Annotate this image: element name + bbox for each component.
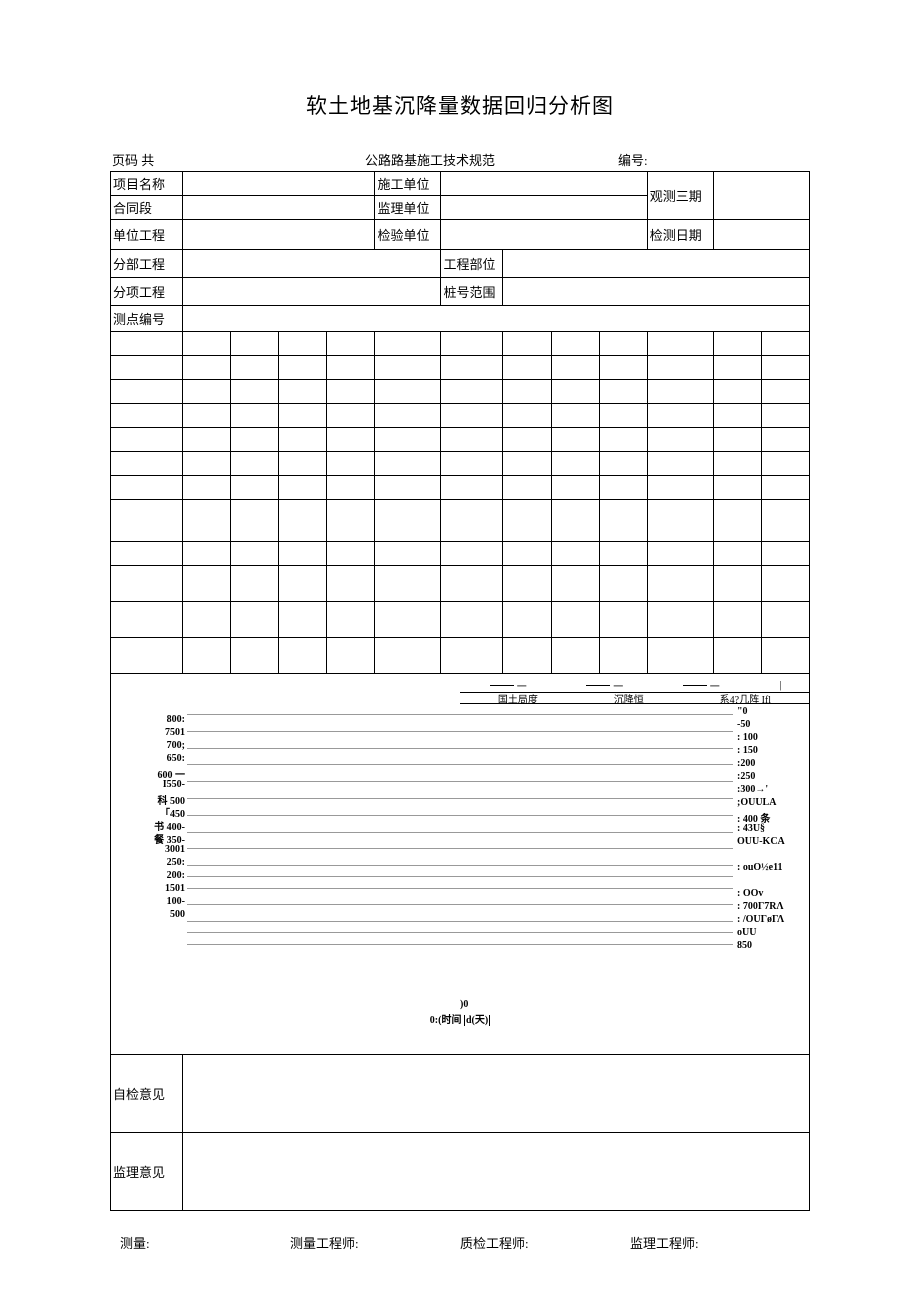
sig-survey: 测量: bbox=[120, 1233, 290, 1252]
value-pile-range[interactable] bbox=[503, 278, 810, 306]
label-sub-project: 分项工程 bbox=[111, 278, 183, 306]
value-supervision-unit[interactable] bbox=[441, 196, 647, 220]
label-inspection-unit: 检验单位 bbox=[375, 220, 441, 250]
info-table: 项目名称 施工单位 观测三期 合同段 监理单位 单位工程 检验单位 检测日期 分… bbox=[110, 171, 810, 1211]
label-supervision-unit: 监理单位 bbox=[375, 196, 441, 220]
spec-label: 公路路基施工技术规范 bbox=[192, 150, 608, 169]
label-supervise: 监理意见 bbox=[111, 1133, 183, 1211]
sig-quality-engineer: 质检工程师: bbox=[460, 1233, 630, 1252]
label-inspection-date: 检测日期 bbox=[647, 220, 713, 250]
value-point-number[interactable] bbox=[183, 306, 810, 332]
value-observation-period[interactable] bbox=[713, 172, 809, 220]
value-self-check[interactable] bbox=[183, 1055, 810, 1133]
number-label: 编号: bbox=[608, 150, 808, 169]
label-unit-project: 单位工程 bbox=[111, 220, 183, 250]
value-inspection-unit[interactable] bbox=[441, 220, 647, 250]
label-observation-period: 观测三期 bbox=[647, 172, 713, 220]
document-title: 软土地基沉降量数据回归分析图 bbox=[110, 90, 810, 120]
chart-legend-bottom: 国土局度 沉降恒 系4?几阵 Ifl bbox=[460, 692, 809, 704]
chart-right-axis: "0-50: 100: 150:200:250:300→';OUULA: 400… bbox=[737, 706, 807, 953]
chart-x-label: 0:(时间 d(天) bbox=[111, 1011, 809, 1026]
label-division-project: 分部工程 bbox=[111, 250, 183, 278]
chart-cell: 一 一 一 || 国土局度 沉降恒 系4?几阵 Ifl bbox=[111, 674, 810, 1055]
value-supervise[interactable] bbox=[183, 1133, 810, 1211]
label-contract-section: 合同段 bbox=[111, 196, 183, 220]
sig-survey-engineer: 测量工程师: bbox=[290, 1233, 460, 1252]
chart-x-zero: )0 bbox=[460, 999, 468, 1010]
sig-supervise-engineer: 监理工程师: bbox=[630, 1233, 800, 1252]
value-sub-project[interactable] bbox=[183, 278, 441, 306]
value-division-project[interactable] bbox=[183, 250, 441, 278]
header-line: 页码 共 公路路基施工技术规范 编号: bbox=[110, 150, 810, 169]
chart-left-axis: 800:7501700;650:600 一I550-科 500「450书 400… bbox=[121, 714, 185, 922]
value-contract-section[interactable] bbox=[183, 196, 375, 220]
label-construction-unit: 施工单位 bbox=[375, 172, 441, 196]
value-project-name[interactable] bbox=[183, 172, 375, 196]
chart-grid bbox=[187, 714, 733, 994]
value-construction-unit[interactable] bbox=[441, 172, 647, 196]
value-project-part[interactable] bbox=[503, 250, 810, 278]
label-project-name: 项目名称 bbox=[111, 172, 183, 196]
page-label: 页码 共 bbox=[112, 150, 192, 169]
value-unit-project[interactable] bbox=[183, 220, 375, 250]
footer-signatures: 测量: 测量工程师: 质检工程师: 监理工程师: bbox=[110, 1233, 810, 1252]
label-point-number: 测点编号 bbox=[111, 306, 183, 332]
label-project-part: 工程部位 bbox=[441, 250, 503, 278]
label-pile-range: 桩号范围 bbox=[441, 278, 503, 306]
chart-area: 一 一 一 || 国土局度 沉降恒 系4?几阵 Ifl bbox=[111, 674, 809, 1054]
label-self-check: 自检意见 bbox=[111, 1055, 183, 1133]
value-inspection-date[interactable] bbox=[713, 220, 809, 250]
